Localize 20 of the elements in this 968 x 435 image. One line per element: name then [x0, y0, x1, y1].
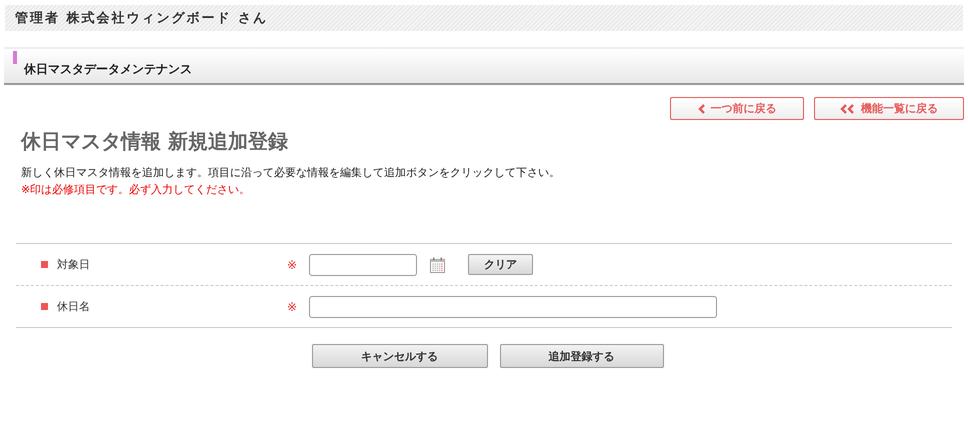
- field-label: 対象日: [57, 257, 90, 272]
- calendar-icon[interactable]: [430, 256, 445, 272]
- double-chevron-icon: [840, 104, 856, 114]
- accent-mark: [13, 51, 17, 64]
- date-input[interactable]: [309, 254, 417, 276]
- bullet-icon: [41, 261, 48, 268]
- text-input[interactable]: [309, 296, 717, 318]
- cancel-button[interactable]: キャンセルする: [312, 344, 488, 368]
- user-label: 管理者 株式会社ウィングボード さん: [15, 10, 268, 27]
- required-mark: ※: [287, 300, 298, 314]
- required-note: ※印は必修項目です。必ず入力してください。: [21, 182, 252, 197]
- page-heading: 休日マスタ情報 新規追加登録: [21, 128, 289, 155]
- bullet-icon: [41, 303, 48, 310]
- clear-button[interactable]: クリア: [468, 254, 533, 275]
- chevron-icon: [698, 104, 706, 114]
- field-label: 休日名: [57, 299, 90, 314]
- required-mark: ※: [287, 258, 298, 272]
- description-text: 新しく休日マスタ情報を追加します。項目に沿って必要な情報を編集して追加ボタンをクリックして下さい。: [21, 165, 561, 180]
- section-title: 休日マスタデータメンテナンス: [24, 60, 192, 78]
- submit-button[interactable]: 追加登録する: [500, 344, 664, 368]
